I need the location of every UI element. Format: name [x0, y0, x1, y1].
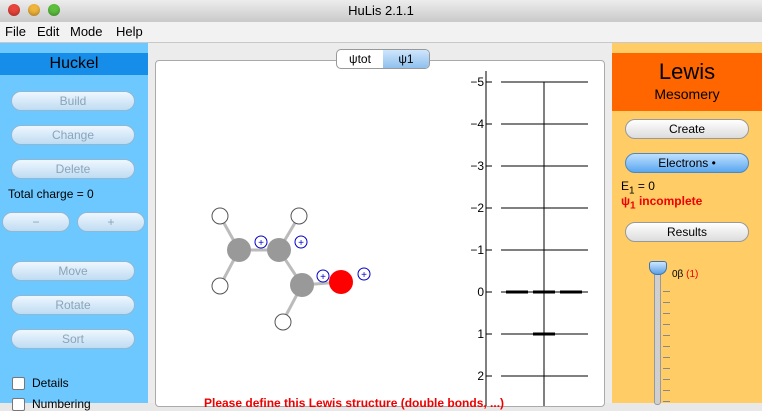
menu-bar: File Edit Mode Help — [0, 22, 762, 43]
menu-help[interactable]: Help — [116, 24, 143, 39]
slider-tick — [663, 390, 670, 391]
energy-tick-label: −5 — [470, 75, 484, 89]
slider-tick — [663, 313, 670, 314]
e1-value: = 0 — [634, 179, 655, 193]
energy-slider-track[interactable] — [654, 268, 661, 405]
slider-tick — [663, 368, 670, 369]
molecule-canvas[interactable]: + + + + −5 −4 −3 −2 −1 0 1 2 — [156, 61, 604, 406]
molecule-canvas-frame: + + + + −5 −4 −3 −2 −1 0 1 2 — [155, 60, 605, 407]
energy-tick-label: −3 — [470, 159, 484, 173]
lewis-warning-text: Please define this Lewis structure (doub… — [204, 396, 505, 410]
move-button[interactable]: Move — [11, 261, 135, 281]
energy-tick-label: −4 — [470, 117, 484, 131]
energy-tick-label: 2 — [477, 369, 484, 383]
lewis-header: Lewis Mesomery — [612, 53, 762, 111]
atom-carbon — [227, 238, 251, 262]
energy-tick-label: 1 — [477, 327, 484, 341]
atom-carbon — [267, 238, 291, 262]
slider-tick — [663, 302, 670, 303]
charge-label: + — [298, 238, 304, 249]
wavefunction-tabs: ψtot ψ1 — [336, 49, 430, 69]
energy-diagram: −5 −4 −3 −2 −1 0 1 2 — [470, 71, 588, 406]
charge-label: + — [320, 272, 326, 283]
change-button[interactable]: Change — [11, 125, 135, 145]
charge-label: + — [361, 270, 367, 281]
psi-symbol: ψ — [621, 194, 631, 208]
delete-button[interactable]: Delete — [11, 159, 135, 179]
atom-hydrogen — [211, 277, 229, 295]
menu-edit[interactable]: Edit — [37, 24, 59, 39]
slider-tick — [663, 324, 670, 325]
electrons-button[interactable]: Electrons • — [625, 153, 749, 173]
menu-file[interactable]: File — [5, 24, 26, 39]
slider-tick — [663, 335, 670, 336]
tab-psi1[interactable]: ψ1 — [383, 50, 429, 68]
huckel-panel: Huckel Build Change Delete Total charge … — [0, 43, 148, 411]
atom-carbon — [290, 273, 314, 297]
numbering-checkbox[interactable] — [12, 398, 25, 411]
details-label: Details — [32, 376, 69, 390]
slider-count: (1) — [686, 269, 699, 280]
slider-tick — [663, 357, 670, 358]
menu-mode[interactable]: Mode — [70, 24, 103, 39]
window-title: HuLis 2.1.1 — [348, 3, 414, 18]
energy-slider-thumb[interactable] — [649, 261, 667, 275]
psi-status: incomplete — [635, 194, 703, 208]
energy-tick-label: −2 — [470, 201, 484, 215]
psi-status-label: ψ1 incomplete — [621, 194, 702, 211]
slider-tick — [663, 346, 670, 347]
build-button[interactable]: Build — [11, 91, 135, 111]
results-button[interactable]: Results — [625, 222, 749, 242]
rotate-button[interactable]: Rotate — [11, 295, 135, 315]
huckel-header: Huckel — [0, 53, 148, 75]
center-area: ψtot ψ1 + + + + −5 −4 −3 −2 −1 0 1 2 Ple… — [148, 43, 612, 410]
e1-symbol: E — [621, 179, 630, 193]
atom-oxygen — [329, 270, 353, 294]
slider-value-label: 0β (1) — [672, 269, 698, 280]
title-bar: HuLis 2.1.1 — [0, 0, 762, 23]
charge-label: + — [258, 238, 264, 249]
total-charge-label: Total charge = 0 — [8, 187, 94, 201]
slider-tick — [663, 401, 670, 402]
energy-tick-label: −1 — [470, 243, 484, 257]
charge-minus-button[interactable]: − — [2, 212, 70, 232]
create-button[interactable]: Create — [625, 119, 749, 139]
lewis-panel: Lewis Mesomery Create Electrons • E1 = 0… — [612, 43, 762, 405]
charge-plus-button[interactable]: + — [77, 212, 145, 232]
atom-hydrogen — [211, 207, 229, 225]
slider-value: 0β — [672, 269, 684, 280]
tab-psitot[interactable]: ψtot — [337, 50, 383, 68]
slider-tick — [663, 379, 670, 380]
sort-button[interactable]: Sort — [11, 329, 135, 349]
energy-tick-label: 0 — [477, 285, 484, 299]
numbering-label: Numbering — [32, 397, 91, 411]
mesomery-subtitle: Mesomery — [654, 86, 720, 102]
details-checkbox[interactable] — [12, 377, 25, 390]
slider-tick — [663, 291, 670, 292]
lewis-title: Lewis — [658, 59, 716, 84]
atom-hydrogen — [274, 313, 292, 331]
atom-hydrogen — [290, 207, 308, 225]
